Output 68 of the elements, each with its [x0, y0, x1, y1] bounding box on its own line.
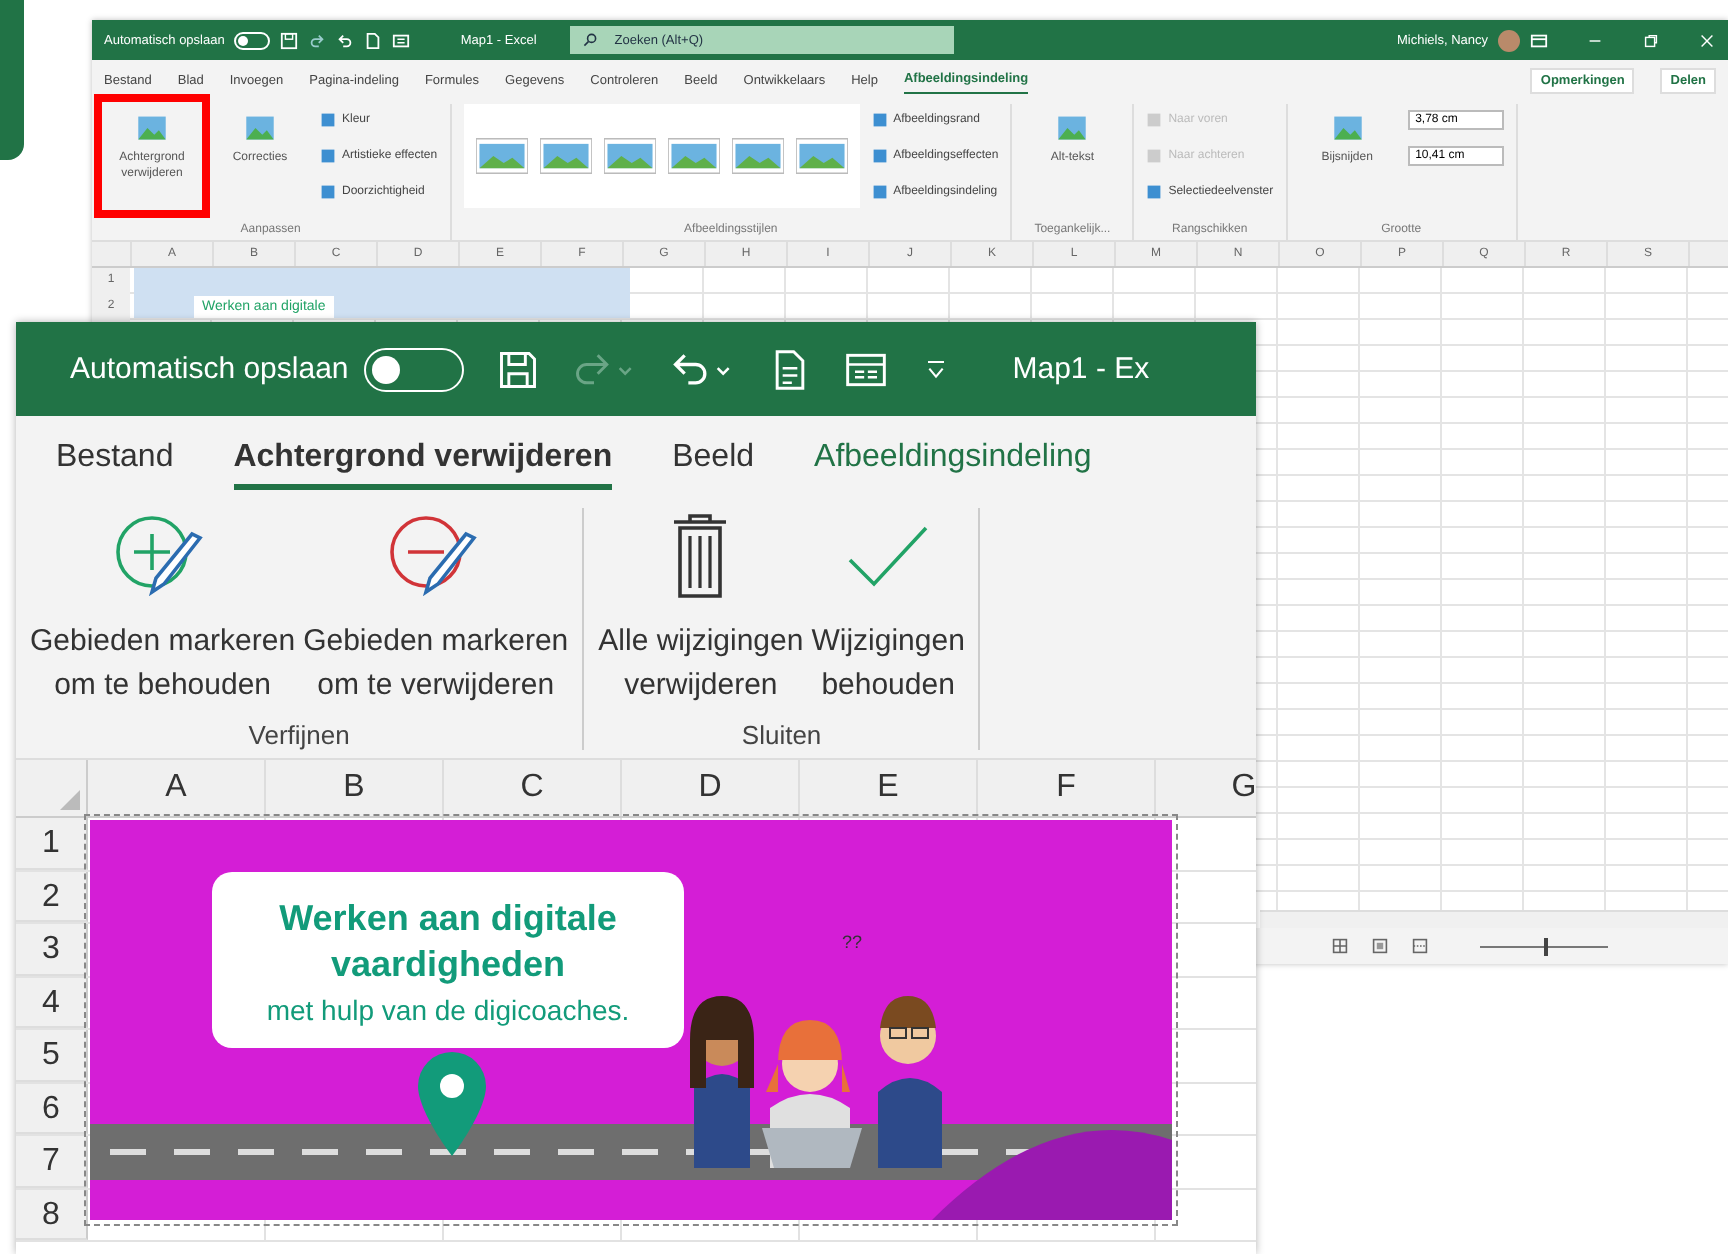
- column-header[interactable]: A: [88, 760, 266, 816]
- page-layout-icon[interactable]: [1372, 938, 1388, 954]
- column-header[interactable]: E: [800, 760, 978, 816]
- row-header[interactable]: 4: [16, 977, 88, 1028]
- row-header[interactable]: 3: [16, 924, 88, 975]
- window-title: Map1 - Ex: [1012, 352, 1150, 386]
- close-icon[interactable]: [1698, 31, 1716, 49]
- picture-icon: [1146, 112, 1163, 128]
- column-header[interactable]: B: [266, 760, 444, 816]
- restore-icon[interactable]: [1642, 31, 1660, 49]
- document-icon[interactable]: [364, 31, 383, 49]
- row-header[interactable]: 1: [16, 818, 88, 869]
- autosave-toggle[interactable]: [234, 31, 271, 49]
- style-thumbnail[interactable]: [603, 138, 656, 174]
- style-thumbnail[interactable]: [731, 138, 784, 174]
- normal-view-icon[interactable]: [1332, 938, 1348, 954]
- picture-icon: [320, 112, 336, 128]
- picture-icon: [871, 184, 888, 200]
- column-header[interactable]: D: [622, 760, 800, 816]
- question-marks: ??: [842, 932, 863, 952]
- form-icon[interactable]: [392, 31, 411, 49]
- horizontal-scrollbar[interactable]: [1260, 910, 1728, 928]
- style-gallery[interactable]: [463, 104, 860, 208]
- save-icon[interactable]: [280, 31, 299, 49]
- style-thumbnail[interactable]: [539, 138, 592, 174]
- ribbon-tab[interactable]: Achtergrond verwijderen: [233, 427, 613, 489]
- banner-picture[interactable]: Werken aan digitale vaardigheden met hulp van de digicoaches. ??: [90, 820, 1172, 1220]
- ribbon-button[interactable]: Gebieden markeren om te verwijderen: [301, 508, 571, 716]
- picture-icon: [136, 112, 168, 144]
- picture-icon: [1331, 112, 1364, 144]
- column-header[interactable]: C: [444, 760, 622, 816]
- ribbon-display-icon[interactable]: [1530, 31, 1548, 49]
- search-icon: [582, 32, 599, 48]
- row-header[interactable]: 6: [16, 1083, 88, 1134]
- column-header[interactable]: F: [978, 760, 1156, 816]
- redo-icon[interactable]: [308, 31, 327, 49]
- style-thumbnail[interactable]: [795, 138, 848, 174]
- corner-triangle-icon: [60, 790, 80, 810]
- banner-heading: Werken aan digitale vaardigheden: [278, 895, 618, 987]
- picture-icon: [1056, 112, 1089, 144]
- undo-icon[interactable]: [336, 31, 355, 49]
- page-break-icon[interactable]: [1412, 938, 1428, 954]
- row-header[interactable]: 7: [16, 1136, 88, 1187]
- save-icon[interactable]: [496, 347, 541, 391]
- picture-icon: [320, 148, 336, 164]
- picture-icon: [320, 184, 336, 200]
- ribbon-tab[interactable]: Beeld: [672, 427, 755, 489]
- ribbon-button[interactable]: Alle wijzigingen verwijderen: [596, 508, 806, 716]
- banner-subheading: met hulp van de digicoaches.: [266, 993, 630, 1025]
- picture-icon: [1146, 148, 1163, 164]
- picture-icon: [244, 112, 276, 144]
- row-header[interactable]: 8: [16, 1189, 88, 1240]
- autosave-toggle[interactable]: [364, 347, 465, 391]
- style-thumbnail[interactable]: [475, 138, 528, 174]
- picture-icon: [871, 148, 888, 164]
- picture-icon: [871, 112, 888, 128]
- ribbon-tab[interactable]: Bestand: [56, 427, 174, 489]
- row-header[interactable]: 2: [16, 871, 88, 922]
- group-label: Sluiten: [741, 718, 822, 750]
- ribbon-tab[interactable]: Afbeeldingsindeling: [814, 427, 1092, 489]
- ribbon-button[interactable]: Wijzigingen behouden: [809, 508, 967, 716]
- autosave-label: Automatisch opslaan: [70, 352, 349, 386]
- group-label: Verfijnen: [248, 718, 350, 750]
- column-header[interactable]: G: [1156, 760, 1256, 816]
- style-thumbnail[interactable]: [667, 138, 720, 174]
- ribbon-button[interactable]: Gebieden markeren om te behouden: [28, 508, 298, 716]
- row-header[interactable]: 5: [16, 1030, 88, 1081]
- picture-icon: [1146, 184, 1163, 200]
